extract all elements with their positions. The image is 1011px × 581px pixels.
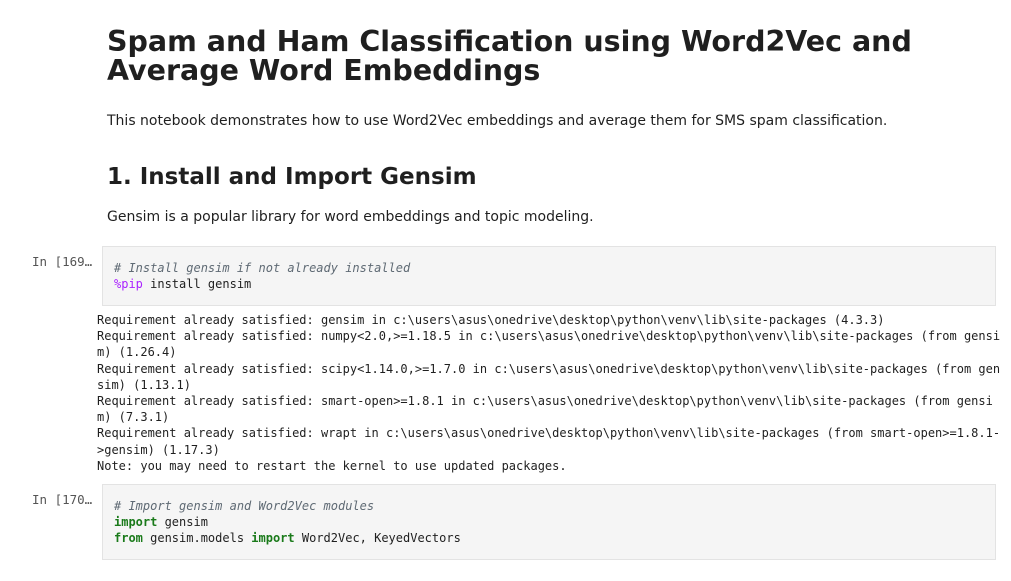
- section-paragraph: Gensim is a popular library for word emb…: [107, 209, 594, 225]
- code-comment: # Install gensim if not already installe…: [114, 261, 411, 275]
- output-line: m) (1.26.4): [97, 345, 177, 360]
- cell-output: Requirement already satisfied: gensim in…: [97, 312, 1001, 474]
- code-text: install gensim: [142, 277, 252, 291]
- output-line: Requirement already satisfied: numpy<2.0…: [97, 329, 1001, 344]
- code-text: Word2Vec, KeyedVectors: [294, 531, 461, 545]
- code-text: gensim.models: [142, 531, 252, 545]
- output-line: >gensim) (1.17.3): [97, 442, 220, 457]
- output-line: Requirement already satisfied: wrapt in …: [97, 426, 1001, 441]
- output-line: Requirement already satisfied: scipy<1.1…: [97, 361, 1001, 376]
- code-keyword: import: [114, 515, 158, 529]
- output-line: sim) (1.13.1): [97, 377, 191, 392]
- output-line: Note: you may need to restart the kernel…: [97, 458, 567, 473]
- cell-prompt: In [169…: [32, 254, 93, 269]
- code-comment: # Import gensim and Word2Vec modules: [114, 499, 375, 513]
- code-cell-install[interactable]: # Install gensim if not already installe…: [102, 246, 996, 306]
- output-line: Requirement already satisfied: gensim in…: [97, 313, 885, 327]
- code-magic: %pip: [114, 277, 143, 291]
- section-heading: 1. Install and Import Gensim: [107, 164, 477, 190]
- code-cell-import[interactable]: # Import gensim and Word2Vec modules imp…: [102, 484, 996, 560]
- cell-prompt: In [170…: [32, 492, 93, 507]
- code-keyword: import: [251, 531, 295, 545]
- code-keyword: from: [114, 531, 143, 545]
- notebook-title: Spam and Ham Classification using Word2V…: [107, 25, 912, 87]
- intro-paragraph: This notebook demonstrates how to use Wo…: [107, 113, 888, 129]
- output-line: Requirement already satisfied: smart-ope…: [97, 393, 993, 408]
- code-text: gensim: [157, 515, 208, 529]
- output-line: m) (7.3.1): [97, 410, 170, 425]
